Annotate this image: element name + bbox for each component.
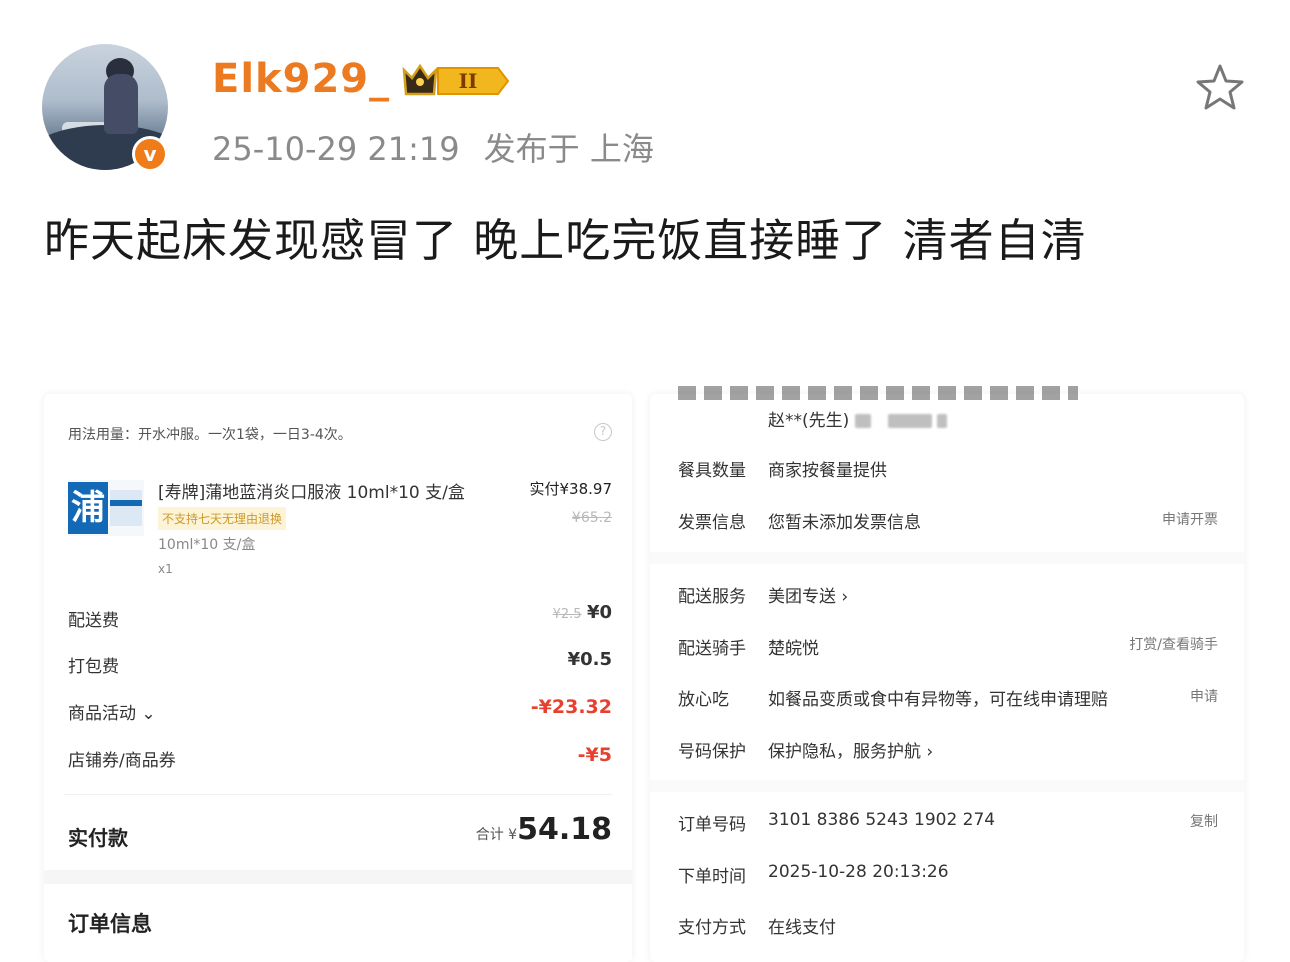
coupon-label: 店铺券/商品券 (68, 751, 176, 771)
post-meta: 25-10-29 21:19 发布于 上海 (212, 124, 654, 170)
product-name[interactable]: [寿牌]蒲地蓝消炎口服液 10ml*10 支/盒 (158, 478, 465, 503)
post-text: 昨天起床发现感冒了 晚上吃完饭直接睡了 清者自清 (44, 214, 1087, 267)
rider-name: 楚皖悦 (768, 639, 819, 659)
tableware-label: 餐具数量 (678, 461, 746, 481)
section-gap (44, 870, 632, 884)
order-detail-card: 赵**(先生) 餐具数量 商家按餐量提供 发票信息 您暂未添加发票信息 申请开票… (650, 386, 1244, 962)
payment-method-value: 在线支付 (768, 918, 836, 938)
order-info-title: 订单信息 (68, 912, 152, 936)
usage-note: 用法用量：开水冲服。一次1袋，一日3-4次。 (68, 427, 352, 443)
order-number-value: 3101 8386 5243 1902 274 (768, 810, 996, 830)
packing-fee-label: 打包费 (68, 657, 119, 677)
star-outline-icon[interactable] (1194, 62, 1246, 114)
order-summary-card: 用法用量：开水冲服。一次1袋，一日3-4次。 ? 浦 [寿牌]蒲地蓝消炎口服液 … (44, 394, 632, 962)
total-amount: 合计 ¥54.18 (475, 812, 612, 847)
total-label: 实付款 (68, 826, 128, 850)
tableware-value: 商家按餐量提供 (768, 461, 887, 481)
delivery-fee-value: ¥2.5 ¥0 (552, 602, 612, 623)
food-safety-label: 放心吃 (678, 690, 729, 710)
level-badge: II (459, 69, 478, 93)
divider (64, 794, 612, 795)
product-qty: x1 (158, 562, 173, 576)
no-return-tag: 不支持七天无理由退换 (158, 507, 287, 530)
username[interactable]: Elk929_ (212, 56, 390, 102)
tip-rider-button[interactable]: 打赏/查看骑手 (1129, 634, 1218, 654)
food-safety-value: 如餐品变质或食中有异物等，可在线申请理赔 (768, 690, 1108, 710)
recipient: 赵**(先生) (768, 406, 948, 431)
order-number-label: 订单号码 (678, 815, 746, 835)
verified-badge-icon: v (132, 136, 168, 172)
order-time-label: 下单时间 (678, 867, 746, 887)
coupon-value: -¥5 (577, 744, 612, 766)
number-protection-label: 号码保护 (678, 742, 746, 762)
question-circle-icon[interactable]: ? (594, 423, 612, 441)
packing-fee-value: ¥0.5 (567, 649, 612, 670)
rider-label: 配送骑手 (678, 639, 746, 659)
payment-method-label: 支付方式 (678, 918, 746, 938)
post-timestamp: 25-10-29 21:19 (212, 130, 460, 168)
crown-icon: II (402, 63, 510, 96)
post-location: 发布于 上海 (483, 130, 654, 168)
section-gap (650, 780, 1244, 792)
product-image[interactable]: 浦 (68, 480, 144, 536)
promo-activity-label[interactable]: 商品活动 ⌄ (68, 699, 156, 724)
product-original-price: ¥65.2 (571, 510, 612, 526)
delivery-fee-label: 配送费 (68, 611, 119, 631)
product-spec: 10ml*10 支/盒 (158, 537, 256, 553)
claim-button[interactable]: 申请 (1190, 686, 1218, 706)
product-paid: 实付¥38.97 (529, 480, 613, 498)
section-gap (650, 552, 1244, 564)
promo-activity-value: -¥23.32 (530, 696, 612, 718)
cropped-address-line (678, 386, 1078, 400)
number-protection-value[interactable]: 保护隐私，服务护航 › (768, 737, 933, 762)
delivery-service-value[interactable]: 美团专送 › (768, 582, 848, 607)
apply-invoice-button[interactable]: 申请开票 (1162, 509, 1218, 529)
copy-button[interactable]: 复制 (1190, 811, 1218, 831)
delivery-service-label: 配送服务 (678, 587, 746, 607)
invoice-value: 您暂未添加发票信息 (768, 513, 921, 533)
order-time-value: 2025-10-28 20:13:26 (768, 862, 949, 882)
invoice-label: 发票信息 (678, 513, 746, 533)
